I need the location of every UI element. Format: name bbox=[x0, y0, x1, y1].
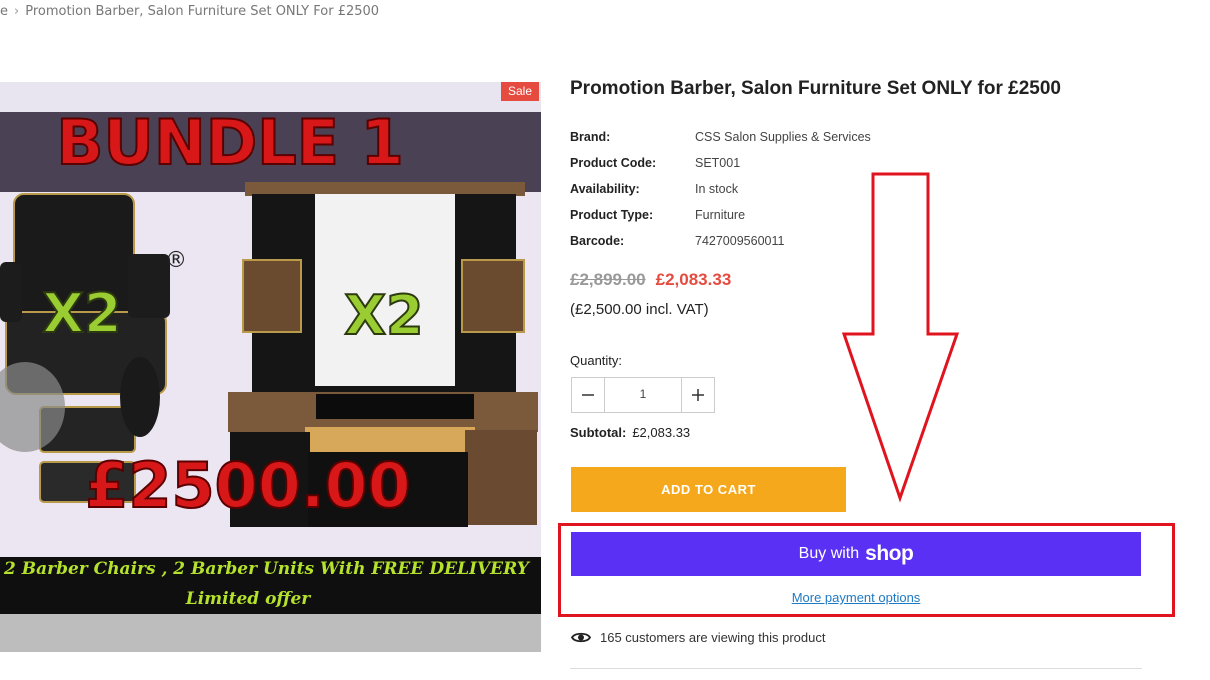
subtotal-value: £2,083.33 bbox=[632, 425, 691, 440]
spec-value: In stock bbox=[695, 182, 739, 196]
viewers-text: 165 customers are viewing this product bbox=[600, 630, 826, 645]
price-new: £2,083.33 bbox=[655, 270, 732, 289]
quantity-input[interactable] bbox=[605, 378, 681, 410]
spec-value: 7427009560011 bbox=[695, 234, 785, 248]
product-title: Promotion Barber, Salon Furniture Set ON… bbox=[570, 78, 1061, 99]
breadcrumb: e › Promotion Barber, Salon Furniture Set … bbox=[0, 4, 379, 19]
divider bbox=[570, 668, 1142, 669]
price-row: £2,899.00 £2,083.33 bbox=[570, 270, 731, 290]
bundle-headline: BUNDLE 1 bbox=[56, 106, 404, 179]
eye-icon bbox=[571, 631, 591, 644]
image-price-text: £2500.00 bbox=[85, 449, 411, 522]
price-old: £2,899.00 bbox=[570, 270, 646, 289]
minus-icon bbox=[582, 394, 594, 396]
quantity-label: Quantity: bbox=[570, 353, 623, 368]
spec-row-brand: Brand: CSS Salon Supplies & Services bbox=[570, 124, 871, 150]
quantity-stepper bbox=[571, 377, 715, 413]
brand-link[interactable]: CSS Salon Supplies & Services bbox=[695, 130, 871, 144]
registered-mark: ® bbox=[165, 248, 187, 273]
spec-label: Barcode: bbox=[570, 234, 625, 248]
image-banner-line1: 2 Barber Chairs , 2 Barber Units With FR… bbox=[4, 559, 529, 579]
viewers-notice: 165 customers are viewing this product bbox=[571, 630, 825, 645]
spec-label: Product Code: bbox=[570, 156, 657, 170]
quantity-increase-button[interactable] bbox=[681, 378, 714, 412]
chair-multiplier: X2 bbox=[42, 282, 121, 345]
spec-row-availability: Availability: In stock bbox=[570, 176, 871, 202]
spec-row-product-type: Product Type: Furniture bbox=[570, 202, 871, 228]
plus-icon bbox=[692, 389, 704, 401]
spec-row-barcode: Barcode: 7427009560011 bbox=[570, 228, 871, 254]
annotation-arrow-icon bbox=[841, 172, 960, 503]
quantity-decrease-button[interactable] bbox=[572, 378, 605, 412]
spec-label: Availability: bbox=[570, 182, 640, 196]
annotation-highlight-box bbox=[558, 523, 1175, 617]
product-specs: Brand: CSS Salon Supplies & Services Pro… bbox=[570, 124, 871, 254]
spec-row-product-code: Product Code: SET001 bbox=[570, 150, 871, 176]
breadcrumb-home-link[interactable]: e bbox=[0, 4, 8, 19]
sale-badge: Sale bbox=[501, 82, 540, 101]
breadcrumb-current: Promotion Barber, Salon Furniture Set ON… bbox=[25, 4, 380, 19]
subtotal: Subtotal: £2,083.33 bbox=[570, 425, 690, 440]
image-banner-line2: Limited offer bbox=[185, 589, 311, 609]
spec-value: SET001 bbox=[695, 156, 741, 170]
price-incl-vat: (£2,500.00 incl. VAT) bbox=[570, 301, 709, 318]
subtotal-label: Subtotal: bbox=[570, 425, 627, 440]
product-type-link[interactable]: Furniture bbox=[695, 208, 745, 222]
breadcrumb-separator: › bbox=[14, 4, 20, 19]
add-to-cart-button[interactable]: ADD TO CART bbox=[571, 467, 846, 512]
unit-multiplier: X2 bbox=[344, 284, 423, 347]
spec-label: Product Type: bbox=[570, 208, 654, 222]
spec-label: Brand: bbox=[570, 130, 611, 144]
